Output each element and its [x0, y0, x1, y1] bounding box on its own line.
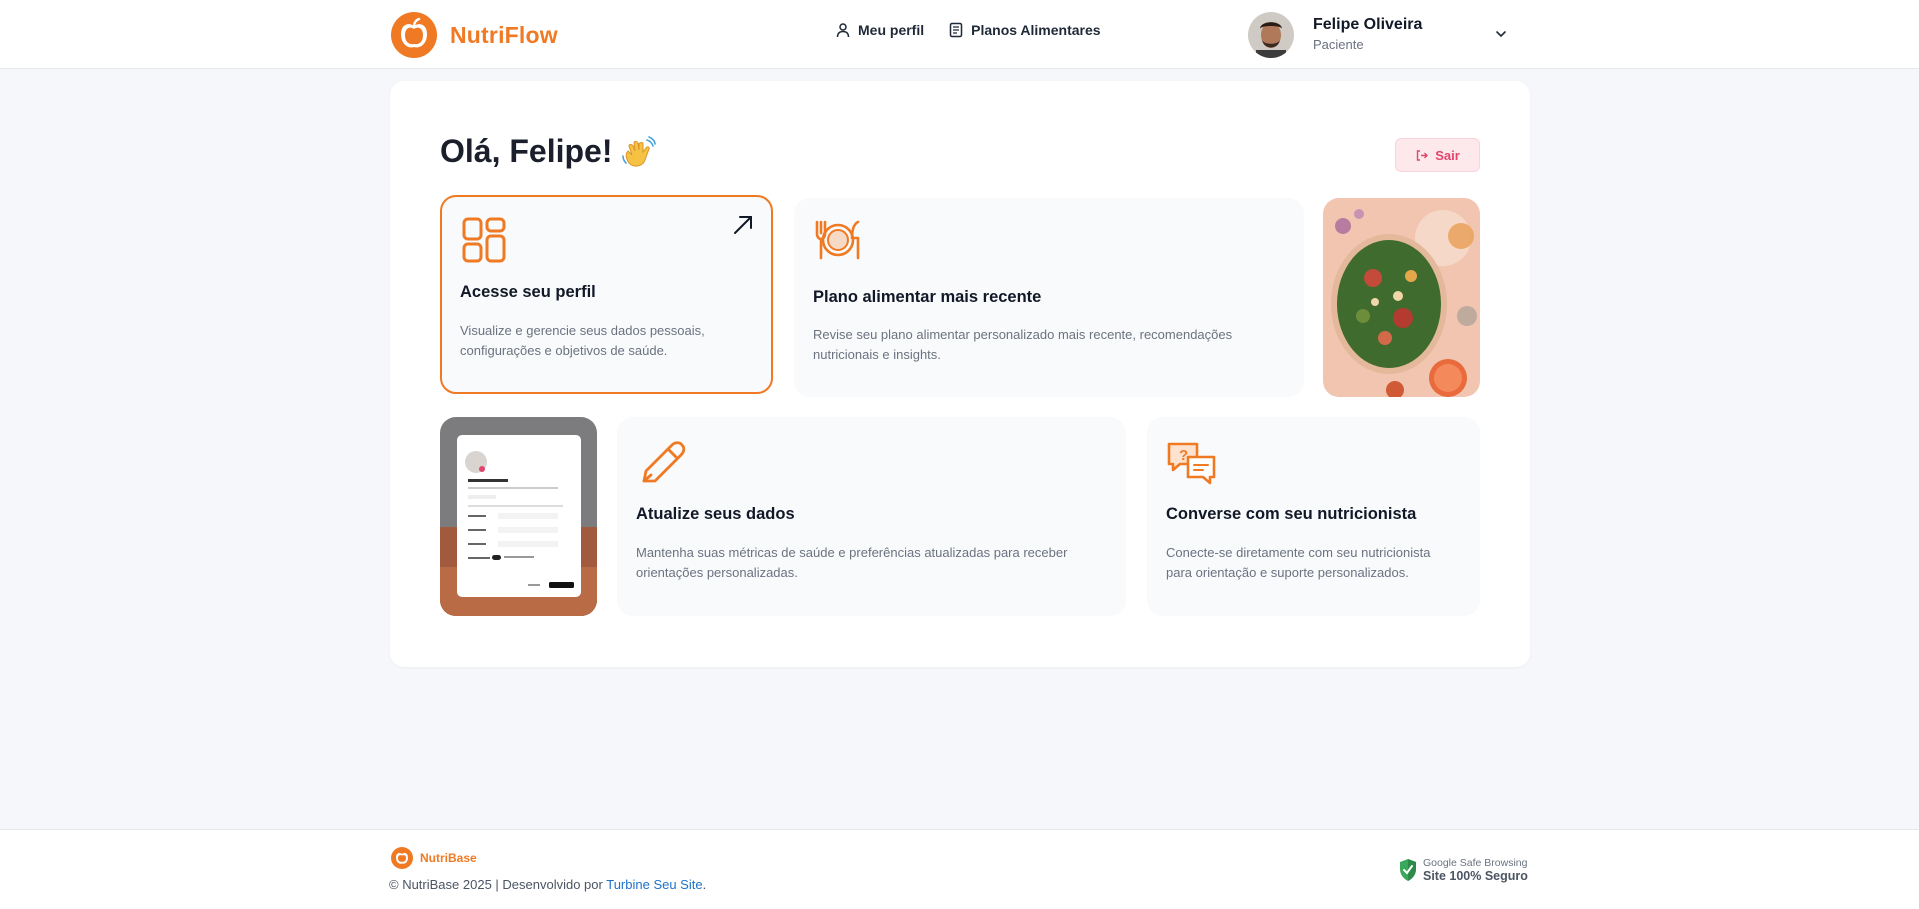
brand-name: NutriFlow [450, 21, 558, 48]
app-preview-photo [440, 417, 597, 616]
brand-logo[interactable]: NutriFlow [391, 12, 558, 58]
card-title: Atualize seus dados [636, 505, 795, 523]
dashboard-grid-icon [462, 217, 506, 263]
nav-label: Planos Alimentares [971, 22, 1101, 38]
document-icon [949, 22, 963, 38]
footer-brand: NutriBase [420, 851, 477, 865]
card-description: Mantenha suas métricas de saúde e prefer… [636, 545, 1068, 580]
pen-icon [642, 441, 686, 483]
card-meal-plan[interactable]: Plano alimentar mais recente Revise seu … [794, 198, 1304, 397]
card-title: Acesse seu perfil [460, 283, 596, 301]
top-header: NutriFlow Meu perfil Planos Alimentares … [0, 0, 1919, 69]
card-title: Converse com seu nutricionista [1166, 505, 1417, 523]
main-nav: Meu perfil Planos Alimentares [835, 22, 1101, 38]
plate-cutlery-icon [815, 220, 860, 260]
greeting-text: Olá, Felipe! [440, 133, 613, 169]
nav-label: Meu perfil [858, 22, 925, 38]
user-name: Felipe Oliveira [1313, 16, 1423, 33]
shield-check-icon [1400, 859, 1416, 881]
copyright: © NutriBase 2025 | Desenvolvido por Turb… [389, 877, 706, 892]
logout-label: Sair [1435, 147, 1460, 163]
user-icon [836, 23, 850, 38]
footer-logo[interactable]: NutriBase [391, 847, 477, 869]
chat-question-icon: ? [1167, 442, 1216, 485]
card-description: Conecte-se diretamente com seu nutricion… [1166, 545, 1431, 580]
avatar [1248, 12, 1294, 58]
waving-hand-icon [622, 135, 657, 167]
user-role: Paciente [1313, 37, 1364, 52]
card-description: Visualize e gerencie seus dados pessoais… [460, 323, 705, 358]
apple-logo-icon [391, 12, 437, 58]
nav-item-meu-perfil[interactable]: Meu perfil [835, 22, 924, 38]
arrow-up-right-icon [734, 216, 752, 234]
user-menu[interactable]: Felipe Oliveira Paciente [1248, 11, 1518, 59]
safe-line-2: Site 100% Seguro [1423, 869, 1528, 883]
salad-photo [1323, 198, 1480, 397]
copyright-period: . [702, 877, 707, 892]
dashboard-panel: Olá, Felipe! Sair Acesse seu perfil Visu… [390, 81, 1530, 667]
apple-logo-icon [391, 847, 413, 869]
page-title: Olá, Felipe! [440, 133, 657, 170]
nav-item-planos-alimentares[interactable]: Planos Alimentares [948, 22, 1101, 38]
developer-link[interactable]: Turbine Seu Site [606, 877, 702, 892]
chevron-down-icon[interactable] [1494, 27, 1508, 41]
safe-line-1: Google Safe Browsing [1423, 857, 1528, 869]
logout-icon [1417, 149, 1429, 161]
site-footer: NutriBase © NutriBase 2025 | Desenvolvid… [0, 829, 1919, 909]
card-profile[interactable]: Acesse seu perfil Visualize e gerencie s… [440, 195, 773, 394]
copyright-text: © NutriBase 2025 | Desenvolvido por [389, 877, 607, 892]
safe-browsing-badge: Google Safe Browsing Site 100% Seguro [1399, 857, 1528, 883]
card-description: Revise seu plano alimentar personalizado… [813, 327, 1233, 362]
card-update-data[interactable]: Atualize seus dados Mantenha suas métric… [617, 417, 1126, 616]
card-chat-nutritionist[interactable]: ? Converse com seu nutricionista Conecte… [1147, 417, 1480, 616]
logout-button[interactable]: Sair [1395, 138, 1480, 172]
card-title: Plano alimentar mais recente [813, 288, 1042, 306]
